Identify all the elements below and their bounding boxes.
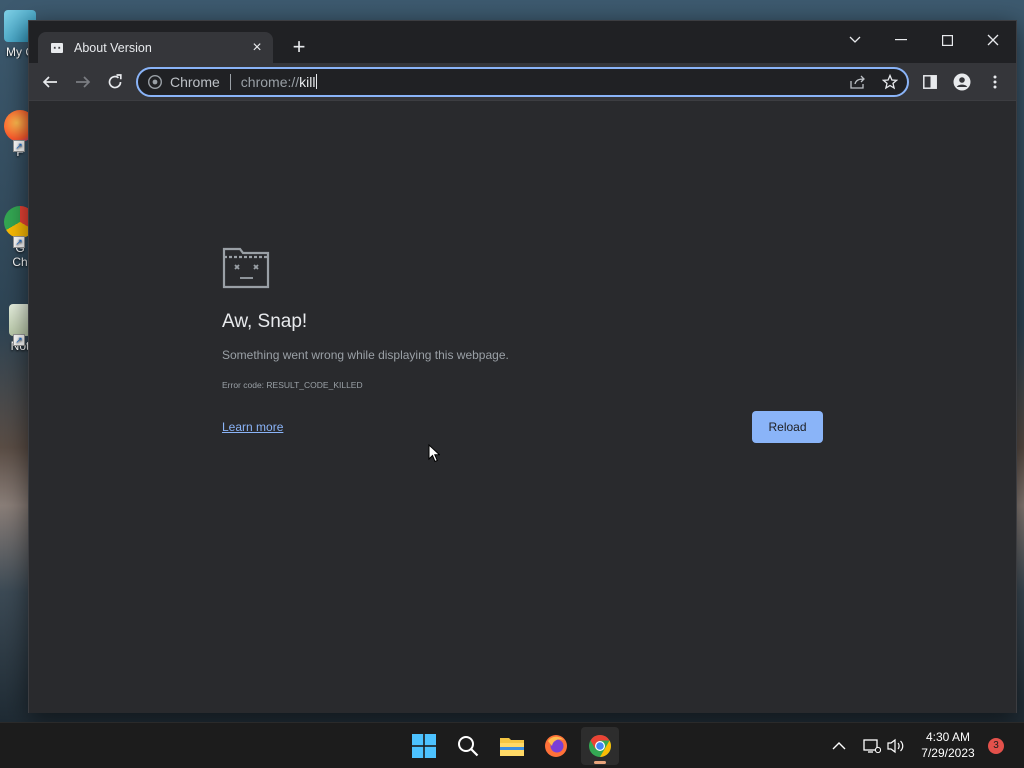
url-highlight: kill — [299, 74, 316, 90]
page-content: Aw, Snap! Something went wrong while dis… — [29, 101, 1016, 713]
close-icon — [987, 34, 999, 46]
clock-date: 7/29/2023 — [921, 746, 975, 760]
browser-toolbar: Chrome chrome://kill — [29, 63, 1016, 101]
side-panel-icon — [923, 75, 937, 89]
star-icon — [882, 74, 898, 90]
url-text[interactable]: chrome://kill — [241, 74, 317, 90]
share-icon — [850, 75, 865, 89]
chrome-icon — [589, 735, 611, 757]
chevron-down-icon — [849, 36, 861, 43]
maximize-button[interactable] — [932, 26, 962, 54]
bookmark-button[interactable] — [879, 72, 901, 92]
tab-about-version[interactable]: About Version × — [38, 32, 273, 63]
chrome-taskbar-button[interactable] — [581, 727, 619, 765]
back-arrow-icon — [42, 76, 57, 88]
chrome-logo-icon — [148, 75, 162, 89]
reload-page-button[interactable] — [101, 68, 129, 96]
firefox-taskbar-button[interactable] — [537, 727, 575, 765]
active-app-indicator — [594, 761, 606, 764]
shortcut-arrow-icon: ↗ — [13, 140, 25, 152]
minimize-icon — [895, 39, 907, 41]
firefox-icon — [545, 735, 567, 757]
tab-close-icon[interactable]: × — [247, 38, 267, 58]
share-button[interactable] — [847, 72, 869, 92]
refresh-icon — [108, 74, 122, 89]
forward-arrow-icon — [76, 76, 91, 88]
chrome-window: About Version × + Chrome chrome://kill A… — [28, 20, 1017, 713]
reload-button[interactable]: Reload — [752, 411, 823, 443]
network-status-button[interactable] — [863, 723, 881, 768]
more-vert-icon — [993, 75, 997, 89]
avatar-icon — [953, 73, 971, 91]
folder-icon — [500, 738, 524, 756]
address-bar-actions — [837, 72, 901, 92]
new-tab-button[interactable]: + — [287, 36, 311, 60]
file-explorer-button[interactable] — [493, 727, 531, 765]
search-button[interactable] — [449, 727, 487, 765]
address-separator — [229, 74, 231, 90]
start-button[interactable] — [405, 727, 443, 765]
url-prefix: chrome:// — [240, 74, 300, 90]
address-chip-label: Chrome — [170, 74, 220, 90]
tab-title: About Version — [74, 40, 152, 55]
notification-badge[interactable]: 3 — [988, 738, 1004, 754]
minimize-button[interactable] — [886, 26, 916, 54]
windows-logo-icon — [412, 734, 436, 758]
search-icon — [458, 736, 479, 757]
chevron-up-icon — [832, 742, 846, 750]
shortcut-arrow-icon: ↗ — [13, 334, 25, 346]
close-window-button[interactable] — [978, 26, 1008, 54]
mouse-pointer-icon — [428, 444, 440, 463]
network-icon — [863, 739, 881, 754]
show-hidden-icons-button[interactable] — [832, 723, 846, 768]
tab-search-button[interactable] — [840, 26, 870, 54]
text-caret — [315, 74, 317, 89]
back-button[interactable] — [36, 68, 64, 96]
clock[interactable]: 4:30 AM 7/29/2023 — [914, 729, 982, 761]
sad-tab-favicon-icon — [51, 42, 63, 53]
forward-button[interactable] — [69, 68, 97, 96]
error-code: Error code: RESULT_CODE_KILLED — [222, 380, 363, 390]
profile-button[interactable] — [948, 68, 976, 96]
speaker-icon — [887, 738, 904, 754]
maximize-icon — [941, 34, 953, 46]
volume-button[interactable] — [887, 723, 905, 768]
error-message: Something went wrong while displaying th… — [222, 348, 509, 362]
clock-time: 4:30 AM — [925, 730, 971, 744]
title-bar: About Version × + — [29, 21, 1016, 63]
side-panel-button[interactable] — [916, 68, 944, 96]
shortcut-arrow-icon: ↗ — [13, 236, 25, 248]
sad-tab-icon — [222, 247, 270, 289]
taskbar: 4:30 AM 7/29/2023 3 — [0, 722, 1024, 768]
menu-button[interactable] — [981, 68, 1009, 96]
learn-more-link[interactable]: Learn more — [222, 420, 283, 434]
address-bar[interactable]: Chrome chrome://kill — [136, 67, 909, 97]
error-title: Aw, Snap! — [222, 311, 308, 332]
